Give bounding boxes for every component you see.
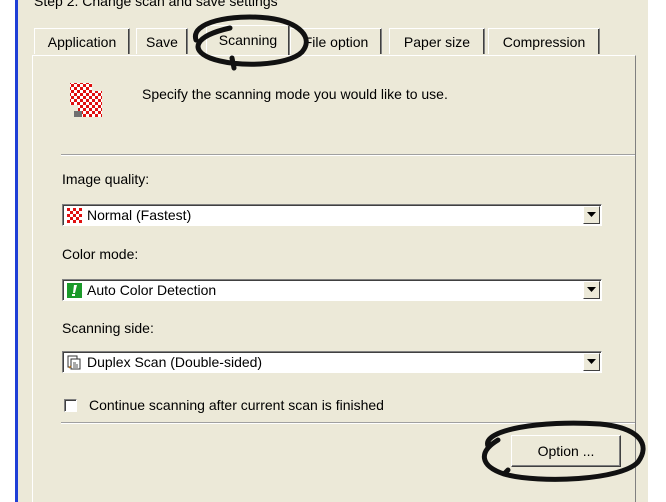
- chevron-down-icon: [587, 359, 596, 364]
- step-title: Step 2. Change scan and save settings: [34, 0, 278, 9]
- color-mode-select[interactable]: Auto Color Detection: [62, 279, 602, 301]
- footer-separator: [61, 422, 635, 424]
- dropdown-arrow-button[interactable]: [583, 353, 600, 371]
- green-exclamation-icon: [67, 283, 82, 298]
- left-margin: [0, 0, 15, 502]
- continue-scanning-label: Continue scanning after current scan is …: [89, 397, 384, 413]
- dropdown-arrow-button[interactable]: [583, 281, 600, 299]
- scanning-side-value: Duplex Scan (Double-sided): [87, 354, 263, 370]
- continue-scanning-checkbox[interactable]: [64, 399, 77, 412]
- tab-file-option[interactable]: File option: [290, 28, 382, 54]
- red-checker-icon: [67, 208, 82, 223]
- image-quality-select[interactable]: Normal (Fastest): [62, 204, 602, 226]
- tab-paper-size[interactable]: Paper size: [389, 28, 485, 54]
- image-quality-value: Normal (Fastest): [87, 207, 192, 223]
- chevron-down-icon: [587, 212, 596, 217]
- tab-scanning[interactable]: Scanning: [206, 25, 290, 55]
- tab-application[interactable]: Application: [34, 28, 130, 54]
- header-separator: [61, 154, 635, 156]
- image-quality-label: Image quality:: [62, 171, 150, 187]
- color-mode-label: Color mode:: [62, 246, 139, 262]
- option-button[interactable]: Option ...: [511, 435, 621, 467]
- dropdown-arrow-button[interactable]: [583, 206, 600, 224]
- scanning-side-select[interactable]: Duplex Scan (Double-sided): [62, 351, 602, 373]
- tab-save[interactable]: Save: [136, 28, 188, 54]
- tab-compression[interactable]: Compression: [488, 28, 600, 54]
- scan-mode-checker-icon: [70, 83, 102, 117]
- color-mode-value: Auto Color Detection: [87, 282, 217, 298]
- header-description: Specify the scanning mode you would like…: [142, 86, 448, 102]
- chevron-down-icon: [587, 287, 596, 292]
- scanning-side-label: Scanning side:: [62, 320, 154, 336]
- duplex-page-icon: [67, 355, 81, 370]
